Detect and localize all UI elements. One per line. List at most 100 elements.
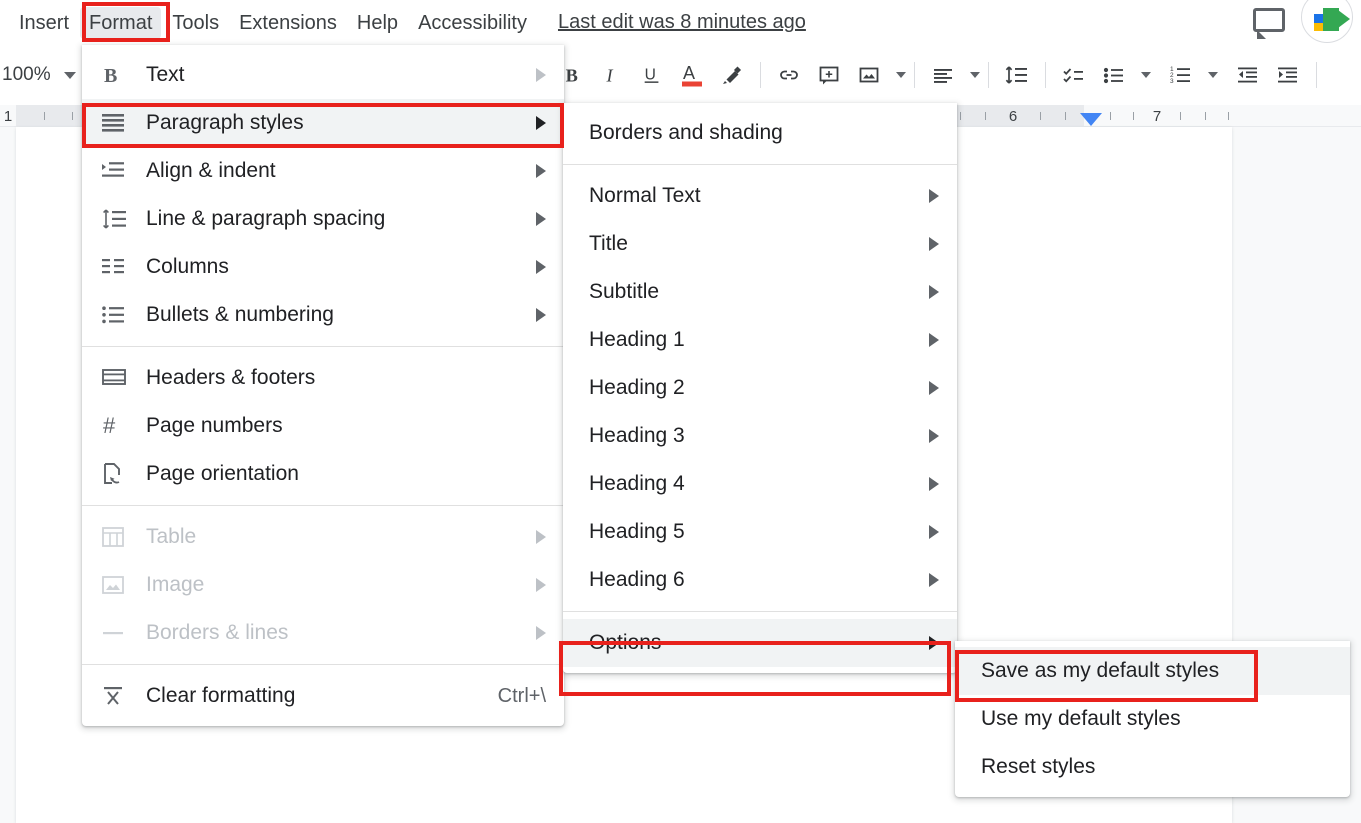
zoom-value: 100% <box>2 64 51 85</box>
menu-item-label: Subtitle <box>589 280 660 303</box>
menu-item-label: Title <box>589 232 628 255</box>
bullets-chevron-icon[interactable] <box>1140 72 1151 78</box>
menu-format[interactable]: Format <box>80 6 162 39</box>
bullets-numbering-icon <box>102 302 136 328</box>
menu-item-clear-formatting[interactable]: Clear formatting Ctrl+\ <box>82 672 564 720</box>
underline-button[interactable]: U <box>632 55 672 95</box>
svg-text:#: # <box>103 415 116 437</box>
numbered-list-button[interactable]: 1 2 3 <box>1161 55 1201 95</box>
menu-item-label: Columns <box>146 255 229 278</box>
submenu-item-title[interactable]: Title <box>563 220 957 268</box>
bulleted-list-button[interactable] <box>1094 55 1134 95</box>
submenu-item-borders-and-shading[interactable]: Borders and shading <box>563 109 957 157</box>
align-button[interactable] <box>923 55 963 95</box>
menu-bar: Insert Format Tools Extensions Help Acce… <box>0 0 1361 45</box>
menu-item-label: Line & paragraph spacing <box>146 207 386 230</box>
chevron-right-icon <box>929 429 939 443</box>
align-indent-icon <box>102 158 136 184</box>
menu-help[interactable]: Help <box>348 7 407 39</box>
paragraph-styles-submenu: Borders and shading Normal Text Title Su… <box>563 103 957 673</box>
checklist-button[interactable] <box>1054 55 1094 95</box>
align-chevron-icon[interactable] <box>969 72 980 78</box>
menu-item-label: Page orientation <box>146 462 299 485</box>
decrease-indent-button[interactable] <box>1228 55 1268 95</box>
chevron-right-icon <box>929 189 939 203</box>
ruler-number-1: 1 <box>3 108 13 125</box>
menu-item-headers-footers[interactable]: Headers & footers <box>82 354 564 402</box>
menu-item-bullets-numbering[interactable]: Bullets & numbering <box>82 291 564 339</box>
text-color-button[interactable]: A <box>672 55 712 95</box>
top-right-actions <box>1253 0 1361 45</box>
insert-image-button[interactable] <box>849 55 889 95</box>
ruler-number-7: 7 <box>1152 108 1162 125</box>
menu-item-label: Options <box>589 631 662 654</box>
menu-item-label: Headers & footers <box>146 366 316 389</box>
menu-item-label: Align & indent <box>146 159 276 182</box>
menu-extensions[interactable]: Extensions <box>230 7 346 39</box>
last-edit-link[interactable]: Last edit was 8 minutes ago <box>558 11 806 34</box>
submenu-item-heading-1[interactable]: Heading 1 <box>563 316 957 364</box>
add-comment-button[interactable] <box>809 55 849 95</box>
page-numbers-icon: # <box>102 413 136 439</box>
headers-footers-icon <box>102 365 136 391</box>
image-icon <box>102 572 136 598</box>
menu-item-label: Page numbers <box>146 414 283 437</box>
menu-item-label: Heading 3 <box>589 424 685 447</box>
submenu-item-heading-2[interactable]: Heading 2 <box>563 364 957 412</box>
comment-history-icon[interactable] <box>1253 7 1287 39</box>
highlight-color-button[interactable] <box>712 55 752 95</box>
menu-item-line-paragraph-spacing[interactable]: Line & paragraph spacing <box>82 195 564 243</box>
submenu-item-heading-6[interactable]: Heading 6 <box>563 556 957 604</box>
table-icon <box>102 524 136 550</box>
indent-marker-icon[interactable] <box>1080 113 1102 126</box>
italic-button[interactable]: I <box>592 55 632 95</box>
menu-item-borders-lines: Borders & lines <box>82 609 564 657</box>
svg-text:U: U <box>644 67 655 84</box>
menu-item-columns[interactable]: Columns <box>82 243 564 291</box>
line-spacing-button[interactable] <box>997 55 1037 95</box>
chevron-right-icon <box>929 237 939 251</box>
submenu-item-heading-5[interactable]: Heading 5 <box>563 508 957 556</box>
submenu-item-save-as-my-default-styles[interactable]: Save as my default styles <box>955 647 1350 695</box>
menu-divider <box>82 505 564 506</box>
svg-text:B: B <box>104 65 117 86</box>
chevron-right-icon <box>536 260 546 274</box>
submenu-item-heading-4[interactable]: Heading 4 <box>563 460 957 508</box>
submenu-item-normal-text[interactable]: Normal Text <box>563 172 957 220</box>
zoom-control[interactable]: 100% <box>2 64 76 86</box>
menu-item-align-indent[interactable]: Align & indent <box>82 147 564 195</box>
chevron-right-icon <box>536 626 546 640</box>
menu-item-page-orientation[interactable]: Page orientation <box>82 450 564 498</box>
submenu-item-reset-styles[interactable]: Reset styles <box>955 743 1350 791</box>
svg-text:B: B <box>565 65 577 85</box>
chevron-right-icon <box>536 68 546 82</box>
google-meet-icon[interactable] <box>1301 0 1353 43</box>
bold-text-icon: B <box>102 62 136 88</box>
chevron-down-icon <box>63 71 76 79</box>
increase-indent-button[interactable] <box>1268 55 1308 95</box>
menu-tools[interactable]: Tools <box>163 7 228 39</box>
menu-accessibility[interactable]: Accessibility <box>409 7 536 39</box>
menu-divider <box>82 346 564 347</box>
menu-item-paragraph-styles[interactable]: Paragraph styles <box>82 99 564 147</box>
numbered-list-chevron-icon[interactable] <box>1207 72 1218 78</box>
menu-item-label: Use my default styles <box>981 707 1181 730</box>
insert-link-button[interactable] <box>769 55 809 95</box>
chevron-right-icon <box>536 578 546 592</box>
paragraph-styles-icon <box>102 110 136 136</box>
submenu-item-use-my-default-styles[interactable]: Use my default styles <box>955 695 1350 743</box>
menu-item-text[interactable]: B Text <box>82 51 564 99</box>
submenu-item-subtitle[interactable]: Subtitle <box>563 268 957 316</box>
image-options-chevron-icon[interactable] <box>895 72 906 78</box>
menu-item-label: Heading 6 <box>589 568 685 591</box>
menu-item-page-numbers[interactable]: # Page numbers <box>82 402 564 450</box>
menu-insert[interactable]: Insert <box>10 7 78 39</box>
submenu-item-options[interactable]: Options <box>563 619 957 667</box>
menu-item-label: Normal Text <box>589 184 701 207</box>
submenu-item-heading-3[interactable]: Heading 3 <box>563 412 957 460</box>
chevron-right-icon <box>929 525 939 539</box>
menu-item-label: Heading 4 <box>589 472 685 495</box>
menu-item-label: Clear formatting <box>146 684 296 707</box>
chevron-right-icon <box>929 285 939 299</box>
menu-item-image: Image <box>82 561 564 609</box>
